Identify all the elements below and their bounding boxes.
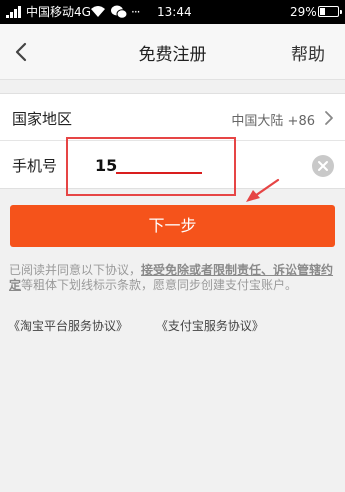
wifi-icon <box>91 6 105 17</box>
nav-header: 免费注册 帮助 <box>0 24 345 80</box>
status-bar: 中国移动4G ··· 13:44 29% <box>0 0 345 24</box>
alipay-agreement-link[interactable]: 《支付宝服务协议》 <box>156 319 264 333</box>
battery-percent: 29% <box>290 5 317 19</box>
annotation-arrow <box>246 178 280 202</box>
help-button[interactable]: 帮助 <box>291 40 325 65</box>
clock: 13:44 <box>157 5 192 19</box>
region-selector[interactable]: 国家地区 中国大陆 +86 <box>0 93 345 141</box>
battery-level <box>320 8 325 15</box>
close-icon <box>318 161 328 171</box>
agreement-links: 《淘宝平台服务协议》 《支付宝服务协议》 <box>8 317 288 334</box>
region-label: 国家地区 <box>12 110 73 128</box>
agreement-suffix: 等粗体下划线标示条款，愿意同步创建支付宝账户。 <box>21 278 298 292</box>
agreement-text: 已阅读并同意以下协议，接受免除或者限制责任、诉讼管辖约定等粗体下划线标示条款，愿… <box>9 263 335 293</box>
signal-icon <box>6 6 22 18</box>
next-step-button[interactable]: 下一步 <box>10 205 335 247</box>
taobao-agreement-link[interactable]: 《淘宝平台服务协议》 <box>8 319 128 333</box>
clear-input-button[interactable] <box>312 155 334 177</box>
more-icon: ··· <box>131 5 141 19</box>
battery-icon <box>318 6 342 17</box>
highlight-box <box>66 137 236 196</box>
agreement-prefix: 已阅读并同意以下协议， <box>9 263 142 277</box>
wechat-icon <box>111 5 127 19</box>
phone-label: 手机号 <box>12 157 58 175</box>
chevron-right-icon <box>325 111 333 125</box>
region-value: 中国大陆 +86 <box>231 114 315 129</box>
carrier-label: 中国移动4G <box>26 5 91 19</box>
